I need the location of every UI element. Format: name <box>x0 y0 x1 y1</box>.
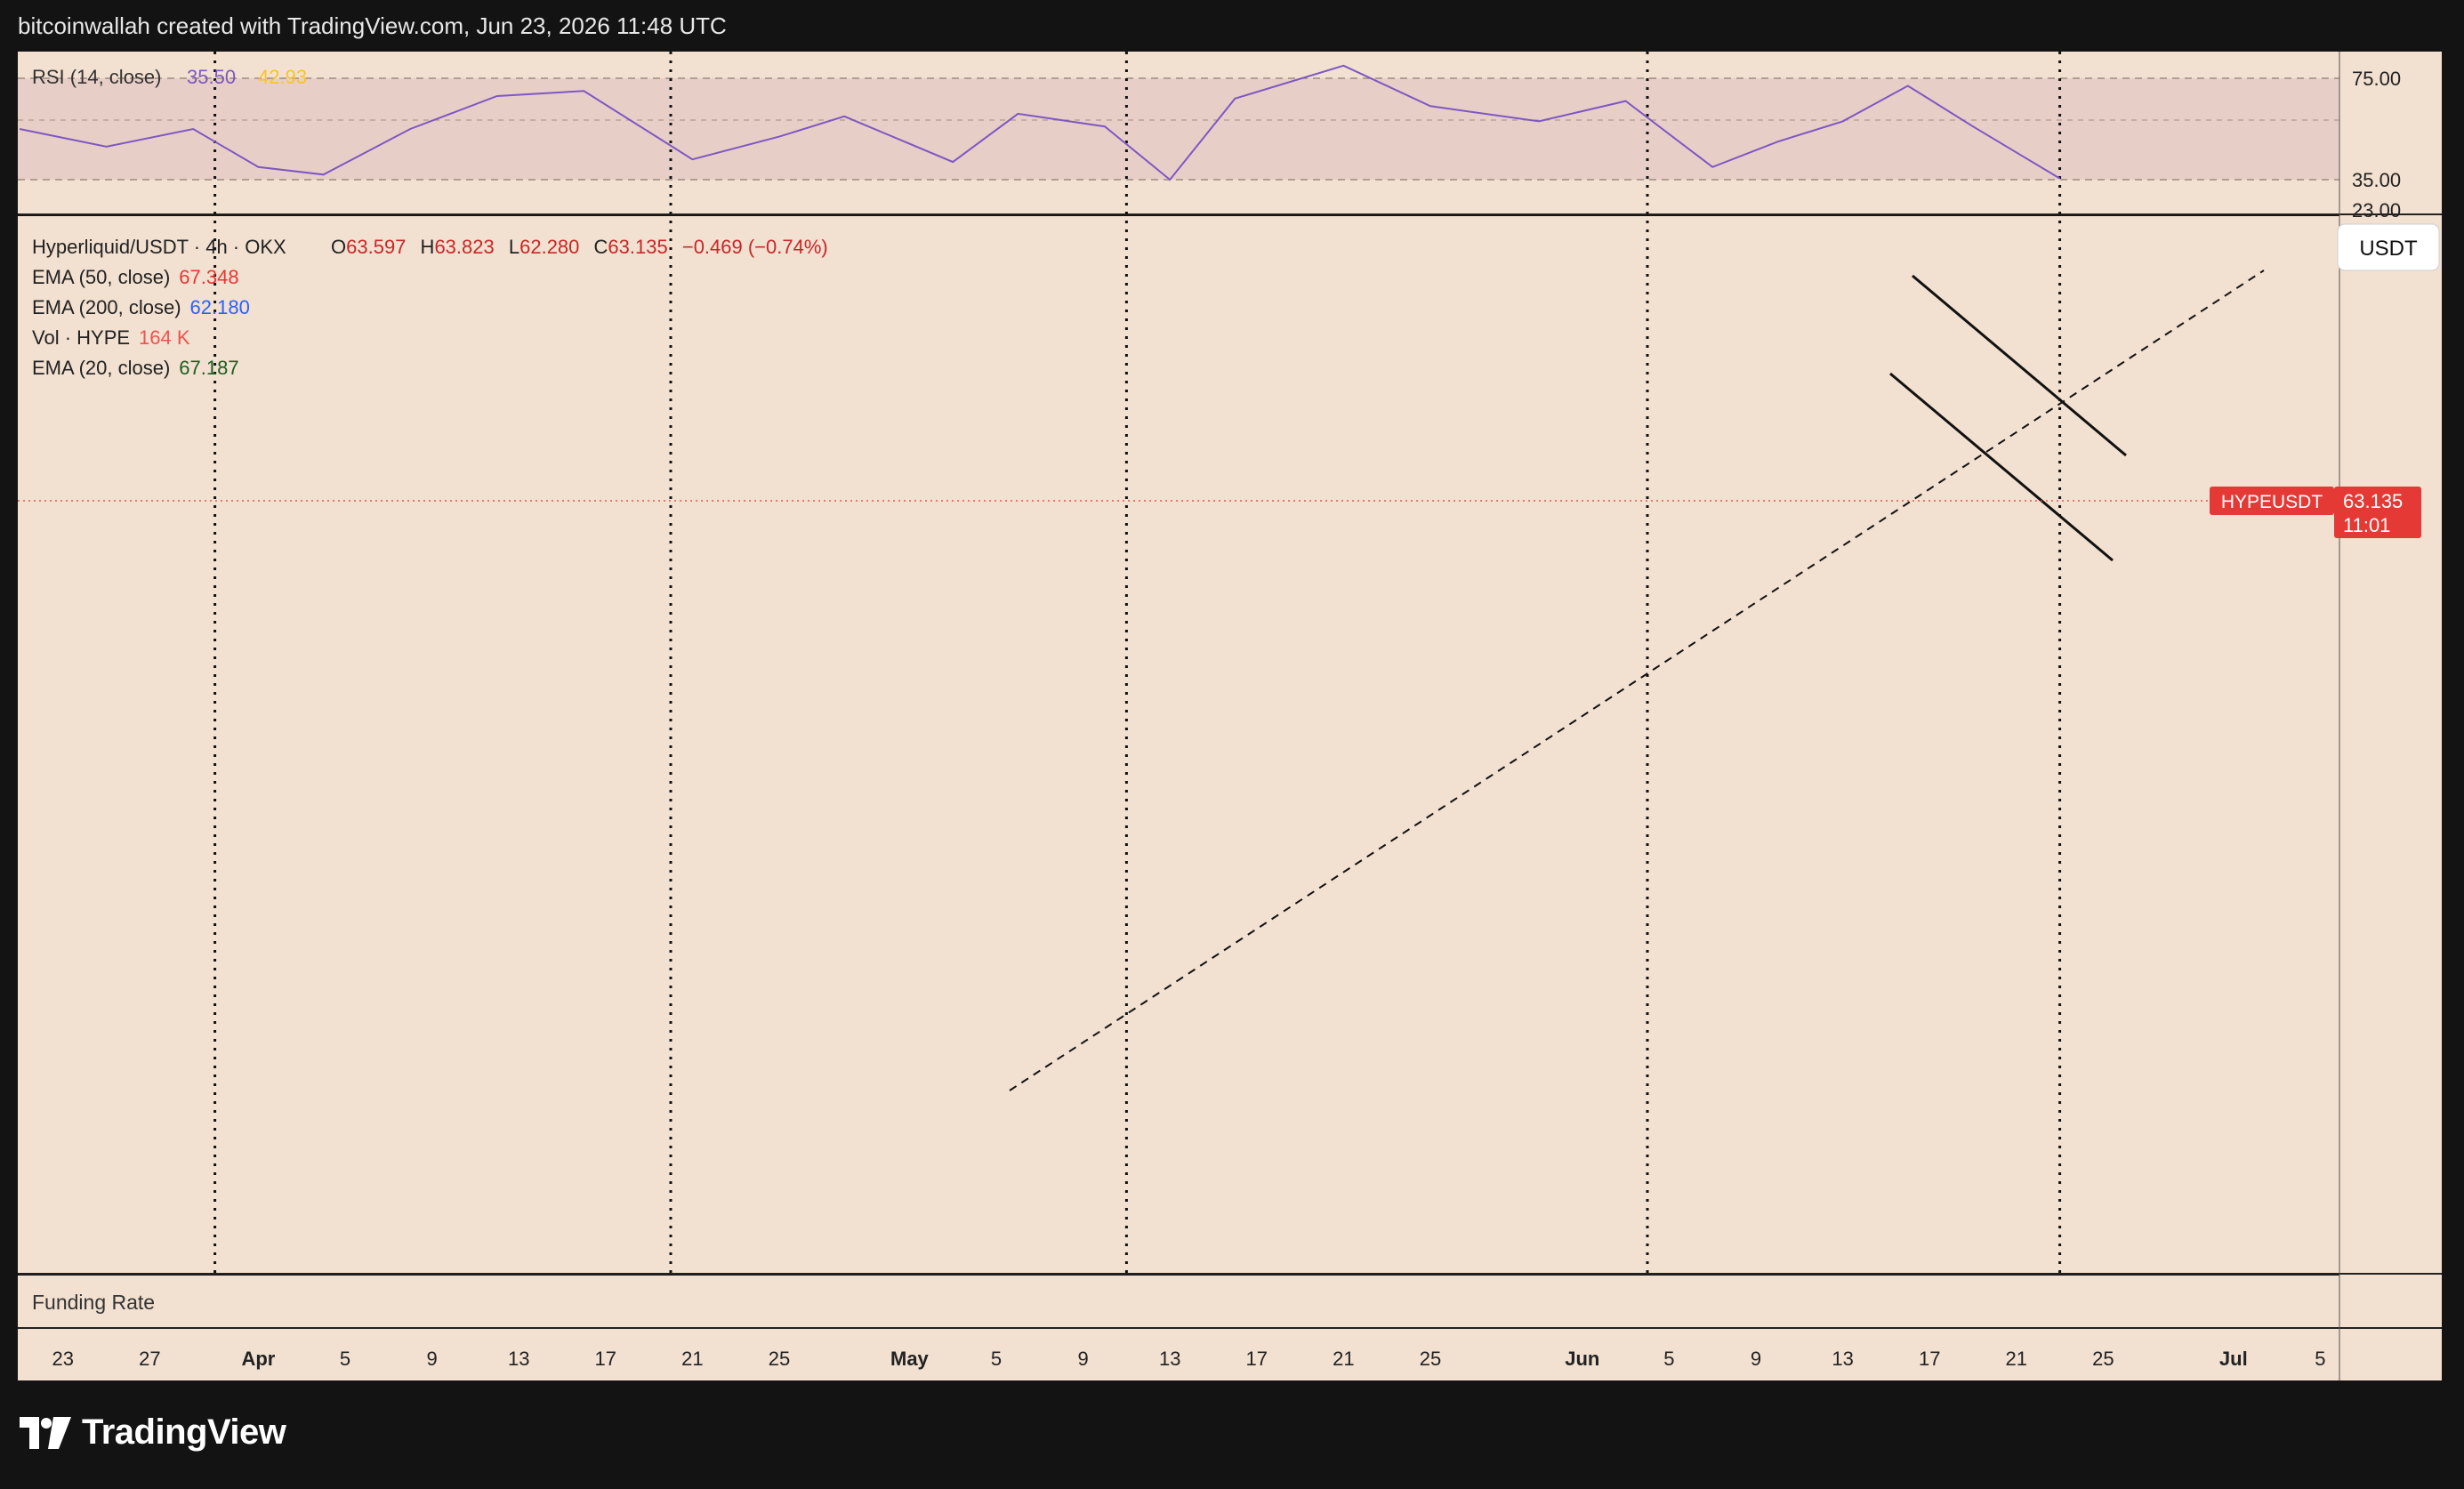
time-tick-label: 21 <box>681 1348 703 1370</box>
time-tick-label: Jul <box>2219 1348 2248 1370</box>
time-tick-label: 27 <box>139 1348 160 1370</box>
time-tick-label: 9 <box>1077 1348 1088 1370</box>
rsi-ma-value: 42.93 <box>258 66 307 88</box>
time-tick-label: Apr <box>241 1348 275 1370</box>
time-tick-label: Jun <box>1565 1348 1599 1370</box>
legend-ohlc-value: 62.280 <box>519 236 579 258</box>
time-tick-label: 21 <box>1333 1348 1354 1370</box>
legend-change: −0.469 (−0.74%) <box>682 236 828 258</box>
time-tick-label: 17 <box>595 1348 616 1370</box>
legend-ohlc: O63.597 H63.823 L62.280 C63.135 −0.469 (… <box>331 236 828 258</box>
legend-ema200: EMA (200, close) 62.180 <box>32 296 250 318</box>
time-tick-label: 25 <box>769 1348 790 1370</box>
price-badge-value: 63.135 <box>2343 490 2403 512</box>
time-tick-label: 21 <box>2006 1348 2027 1370</box>
chart-canvas[interactable]: 0 (76.947)0.236 (67.800)0.382 (62.141)0.… <box>0 0 2464 1489</box>
price-badge-countdown: 11:01 <box>2343 514 2390 536</box>
legend-ohlc-value: 63.135 <box>608 236 667 258</box>
time-tick-label: 13 <box>1832 1348 1853 1370</box>
symbol-badge-text: HYPEUSDT <box>2221 492 2323 512</box>
legend-ohlc-value: 63.823 <box>434 236 494 258</box>
funding-rate-label: Funding Rate <box>32 1291 155 1314</box>
legend-ohlc-value: 63.597 <box>346 236 406 258</box>
rsi-band <box>18 78 2339 180</box>
time-tick-label: 25 <box>1420 1348 1441 1370</box>
time-tick-label: 23 <box>52 1348 74 1370</box>
time-tick-label: 5 <box>991 1348 1002 1370</box>
legend-ema50: EMA (50, close) 67.348 <box>32 266 239 288</box>
legend-ohlc-key: O <box>331 236 346 258</box>
legend-ohlc-key: H <box>421 236 435 258</box>
time-tick-label: 9 <box>426 1348 437 1370</box>
rsi-value: 35.50 <box>187 66 236 88</box>
tradingview-logo[interactable]: TradingView <box>20 1413 286 1453</box>
rsi-tick-label: 75.00 <box>2352 68 2401 90</box>
time-tick-label: 13 <box>508 1348 529 1370</box>
legend-ema20: EMA (20, close) 67.187 <box>32 357 239 379</box>
tradingview-logo-icon <box>20 1416 71 1449</box>
legend-ohlc-key: L <box>509 236 519 258</box>
time-tick-label: 25 <box>2092 1348 2114 1370</box>
legend-symbol: Hyperliquid/USDT · 4h · OKX <box>32 236 286 258</box>
time-tick-label: 17 <box>1919 1348 1940 1370</box>
time-tick-label: 5 <box>340 1348 350 1370</box>
time-tick-label: May <box>890 1348 930 1370</box>
tradingview-logo-text: TradingView <box>82 1413 286 1452</box>
time-tick-label: 17 <box>1246 1348 1268 1370</box>
legend-volume: Vol · HYPE 164 K <box>32 326 190 349</box>
price-pane[interactable] <box>18 216 2339 1273</box>
legend-ohlc-key: C <box>594 236 608 258</box>
currency-label: USDT <box>2359 237 2418 261</box>
funding-pane <box>18 1276 2339 1327</box>
time-tick-label: 5 <box>2315 1348 2325 1370</box>
time-tick-label: 9 <box>1751 1348 1761 1370</box>
time-tick-label: 13 <box>1159 1348 1180 1370</box>
rsi-label: RSI (14, close) <box>32 66 162 88</box>
rsi-tick-label: 35.00 <box>2352 169 2401 191</box>
rsi-tick-label: 23.00 <box>2352 199 2401 221</box>
time-tick-label: 5 <box>1663 1348 1674 1370</box>
